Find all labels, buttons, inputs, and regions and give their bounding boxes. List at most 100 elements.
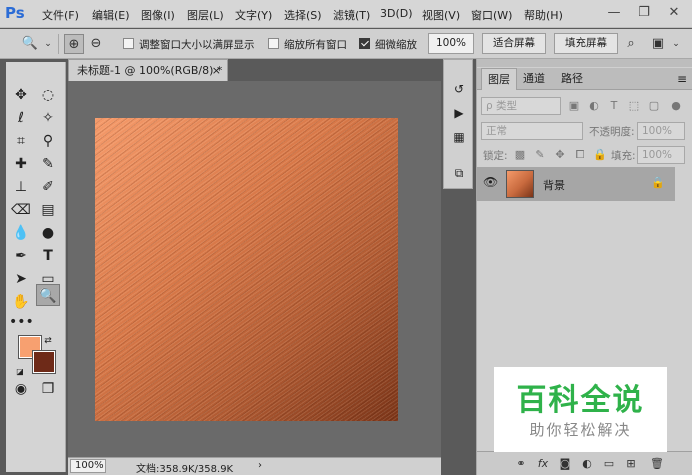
document-info: 文档:358.9K/358.9K: [136, 464, 234, 475]
menu-file[interactable]: 文件(F): [42, 7, 79, 23]
minimize-button[interactable]: —: [602, 3, 626, 23]
menu-view[interactable]: 视图(V): [422, 7, 460, 23]
resize-windows-checkbox[interactable]: [123, 38, 134, 49]
background-color-swatch[interactable]: [32, 350, 56, 374]
link-layers-icon[interactable]: ⚭: [513, 456, 529, 472]
zoom-all-checkbox[interactable]: [268, 38, 279, 49]
marquee-tool-icon[interactable]: ◌: [36, 84, 60, 106]
chevron-right-icon[interactable]: ›: [258, 460, 262, 471]
clone-stamp-icon[interactable]: ⊥: [9, 176, 33, 198]
restore-button[interactable]: ❐: [632, 3, 656, 23]
history-brush-icon[interactable]: ✐: [36, 176, 60, 198]
blend-mode-select[interactable]: 正常: [481, 122, 583, 140]
layer-row[interactable]: 👁 背景 🔒: [477, 167, 675, 201]
type-tool-icon[interactable]: T: [36, 245, 60, 267]
fit-screen-button[interactable]: 适合屏幕: [482, 33, 546, 54]
chevron-down-icon[interactable]: ⌄: [666, 34, 686, 54]
lock-icon: 🔒: [651, 176, 665, 189]
zoom-tool-preset-icon[interactable]: 🔍: [20, 34, 40, 54]
more-tools-icon[interactable]: •••: [9, 311, 34, 333]
menu-help[interactable]: 帮助(H): [524, 7, 563, 23]
status-zoom-field[interactable]: 100%: [70, 459, 106, 473]
panel-tabs: 图层 通道 路径 ≡: [477, 68, 692, 90]
workspace-icon[interactable]: ▣: [648, 34, 668, 54]
menu-image[interactable]: 图像(I): [141, 7, 175, 23]
lock-all-icon[interactable]: 🔒: [593, 147, 607, 163]
lock-pixels-icon[interactable]: ▩: [513, 147, 527, 163]
crop-tool-icon[interactable]: ⌗: [9, 130, 33, 152]
layer-name[interactable]: 背景: [543, 177, 565, 193]
properties-icon[interactable]: ▦: [450, 128, 468, 146]
eyedropper-icon[interactable]: ⚲: [36, 130, 60, 152]
adjustment-filter-icon[interactable]: ◐: [587, 98, 601, 114]
brushed-copper-canvas[interactable]: [95, 118, 398, 421]
zoom-in-icon[interactable]: ⊕: [64, 34, 84, 54]
menu-window[interactable]: 窗口(W): [471, 7, 512, 23]
scrubby-zoom-checkbox[interactable]: [359, 38, 370, 49]
resize-windows-label: 调整窗口大小以满屏显示: [139, 39, 255, 51]
healing-brush-icon[interactable]: ✚: [9, 153, 33, 175]
watermark-logo: 百科全说 助你轻松解决: [494, 367, 667, 452]
magic-wand-icon[interactable]: ✧: [36, 107, 60, 129]
zoom-tool-icon[interactable]: 🔍: [36, 284, 60, 306]
move-tool-icon[interactable]: ✥: [9, 84, 33, 106]
layer-thumbnail: [506, 170, 534, 198]
swap-colors-icon[interactable]: ⇄: [41, 330, 55, 352]
adjustment-layer-icon[interactable]: ◐: [579, 456, 595, 472]
lock-artboard-icon[interactable]: ⧠: [573, 147, 587, 163]
menu-type[interactable]: 文字(Y): [235, 7, 272, 23]
lock-position-icon[interactable]: ✥: [553, 147, 567, 163]
zoom-out-icon[interactable]: ⊖: [86, 34, 106, 54]
watermark-title: 百科全说: [516, 383, 645, 418]
hand-tool-icon[interactable]: ✋: [9, 291, 33, 313]
close-button[interactable]: ✕: [662, 3, 686, 23]
shape-filter-icon[interactable]: ⬚: [627, 98, 641, 114]
screen-mode-icon[interactable]: ❐: [36, 378, 60, 400]
trash-icon[interactable]: 🗑: [649, 456, 665, 472]
quick-mask-icon[interactable]: ◉: [9, 378, 33, 400]
adjustments-icon[interactable]: ⧉: [450, 164, 468, 182]
pen-tool-icon[interactable]: ✒: [9, 245, 33, 267]
separator: [58, 34, 59, 54]
tab-layers[interactable]: 图层: [481, 68, 517, 90]
document-tab[interactable]: 未标题-1 @ 100%(RGB/8) * ×: [68, 59, 228, 81]
panel-menu-icon[interactable]: ≡: [677, 68, 687, 90]
menu-edit[interactable]: 编辑(E): [92, 7, 130, 23]
actions-play-icon[interactable]: ▶: [450, 104, 468, 122]
history-icon[interactable]: ↺: [450, 80, 468, 98]
add-mask-icon[interactable]: ◙: [557, 456, 573, 472]
opacity-label: 不透明度:: [589, 126, 635, 138]
search-icon[interactable]: ⌕: [621, 34, 641, 54]
lock-paint-icon[interactable]: ✎: [533, 147, 547, 163]
brush-tool-icon[interactable]: ✎: [36, 153, 60, 175]
fill-screen-button[interactable]: 填充屏幕: [554, 33, 618, 54]
menu-filter[interactable]: 滤镜(T): [333, 7, 370, 23]
fx-icon[interactable]: fx: [535, 456, 551, 472]
dodge-tool-icon[interactable]: ●: [36, 222, 60, 244]
type-filter-icon[interactable]: T: [607, 98, 621, 114]
new-layer-icon[interactable]: ⊞: [623, 456, 639, 472]
blur-tool-icon[interactable]: 💧: [9, 222, 33, 244]
smart-object-filter-icon[interactable]: ▢: [647, 98, 661, 114]
tab-paths[interactable]: 路径: [555, 68, 589, 90]
close-icon[interactable]: ×: [212, 60, 221, 82]
path-selection-icon[interactable]: ➤: [9, 268, 33, 290]
tab-channels[interactable]: 通道: [517, 68, 551, 90]
watermark-subtitle: 助你轻松解决: [529, 421, 632, 439]
menu-3d[interactable]: 3D(D): [380, 7, 413, 20]
menu-layer[interactable]: 图层(L): [187, 7, 224, 23]
opacity-field[interactable]: 100%: [637, 122, 685, 140]
chevron-down-icon[interactable]: ⌄: [38, 34, 58, 54]
menu-bar: Ps 文件(F) 编辑(E) 图像(I) 图层(L) 文字(Y) 选择(S) 滤…: [0, 0, 692, 28]
eraser-tool-icon[interactable]: ⌫: [9, 199, 33, 221]
filter-toggle-icon[interactable]: ●: [669, 98, 683, 114]
menu-select[interactable]: 选择(S): [284, 7, 322, 23]
eye-icon[interactable]: 👁: [483, 175, 498, 189]
image-filter-icon[interactable]: ▣: [567, 98, 581, 114]
layer-filter-select[interactable]: ρ 类型: [481, 97, 561, 115]
fill-field[interactable]: 100%: [637, 146, 685, 164]
zoom-value-field[interactable]: 100%: [428, 33, 474, 54]
gradient-tool-icon[interactable]: ▤: [36, 199, 60, 221]
lasso-tool-icon[interactable]: ℓ: [9, 107, 33, 129]
new-group-icon[interactable]: ▭: [601, 456, 617, 472]
